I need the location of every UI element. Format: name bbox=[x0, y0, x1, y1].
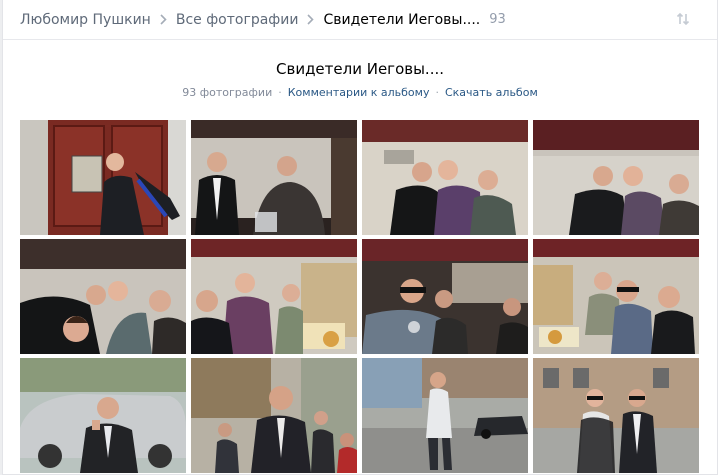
separator-dot: · bbox=[278, 86, 282, 99]
album-page: Любомир Пушкин Все фотографии Свидетели … bbox=[2, 0, 718, 475]
photo-thumbnail[interactable] bbox=[20, 120, 186, 235]
photo-thumbnail[interactable] bbox=[533, 239, 699, 354]
breadcrumb: Любомир Пушкин Все фотографии Свидетели … bbox=[3, 0, 717, 40]
photo-thumbnail[interactable] bbox=[362, 239, 528, 354]
photo-thumbnail[interactable] bbox=[362, 120, 528, 235]
chevron-right-icon bbox=[307, 14, 315, 25]
photo-thumbnail[interactable] bbox=[20, 358, 186, 473]
album-comments-link[interactable]: Комментарии к альбому bbox=[288, 86, 430, 99]
album-photo-count: 93 фотографии bbox=[182, 86, 273, 99]
photo-thumbnail[interactable] bbox=[191, 120, 357, 235]
download-album-link[interactable]: Скачать альбом bbox=[445, 86, 538, 99]
breadcrumb-album-title: Свидетели Иеговы.... bbox=[323, 11, 481, 28]
album-meta: 93 фотографии · Комментарии к альбому · Скач… bbox=[3, 86, 717, 100]
photo-thumbnail[interactable] bbox=[191, 239, 357, 354]
breadcrumb-owner-link[interactable]: Любомир Пушкин bbox=[20, 12, 151, 28]
album-title: Свидетели Иеговы.... bbox=[276, 60, 444, 78]
photo-thumbnail[interactable] bbox=[533, 358, 699, 473]
breadcrumb-all-photos-link[interactable]: Все фотографии bbox=[176, 12, 299, 28]
sort-icon[interactable] bbox=[675, 11, 691, 27]
chevron-right-icon bbox=[160, 14, 167, 25]
photo-thumbnail[interactable] bbox=[191, 358, 357, 473]
photo-thumbnail[interactable] bbox=[533, 120, 699, 235]
photo-grid bbox=[20, 120, 699, 473]
photo-count-badge: 93 bbox=[489, 12, 506, 27]
photo-thumbnail[interactable] bbox=[362, 358, 528, 473]
separator-dot: · bbox=[435, 86, 439, 99]
photo-thumbnail[interactable] bbox=[20, 239, 186, 354]
